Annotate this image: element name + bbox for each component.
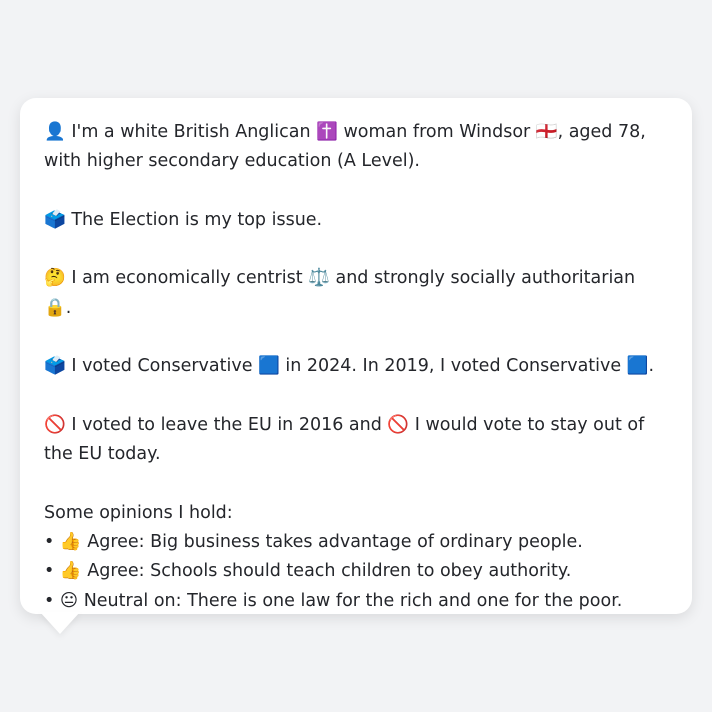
- persona-message-bubble: 👤 I'm a white British Anglican ✝️ woman …: [20, 98, 692, 614]
- top-issue-text: 🗳️ The Election is my top issue.: [44, 209, 323, 230]
- voting-history-text: 🗳️ I voted Conservative 🟦 in 2024. In 20…: [44, 356, 655, 377]
- persona-intro-text: 👤 I'm a white British Anglican ✝️ woman …: [44, 122, 652, 172]
- ideology-text: 🤔 I am economically centrist ⚖️ and stro…: [44, 268, 641, 318]
- eu-stance-text: 🚫 I voted to leave the EU in 2016 and 🚫 …: [44, 414, 650, 465]
- opinions-list: • 👍 Agree: Big business takes advantage …: [44, 528, 668, 616]
- list-item: • 👍 Agree: Big business takes advantage …: [44, 532, 583, 553]
- list-item: • 😐 Neutral on: There is one law for the…: [44, 590, 623, 611]
- list-item: • 👍 Agree: Schools should teach children…: [44, 561, 572, 582]
- opinions-heading: Some opinions I hold:: [44, 502, 233, 523]
- bubble-tail: [40, 612, 80, 634]
